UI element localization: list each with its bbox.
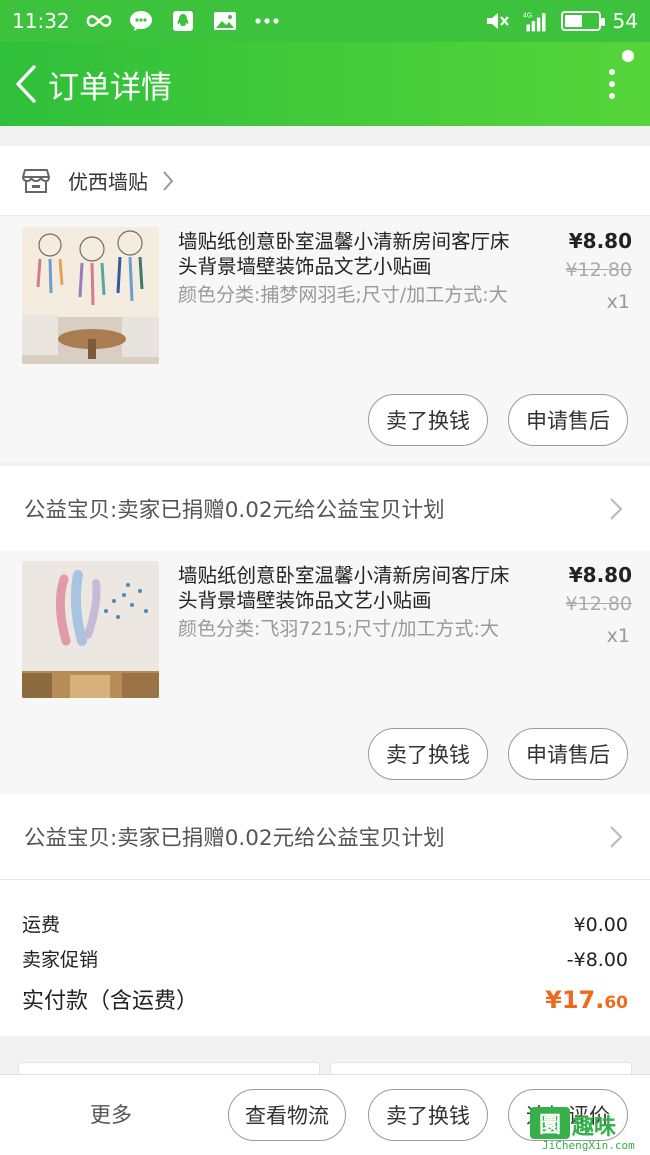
charity-notice-row[interactable]: 公益宝贝:卖家已捐赠0.02元给公益宝贝计划 — [0, 466, 650, 552]
amount-paid-label: 实付款（含运费） — [22, 989, 199, 1014]
product-spec: 颜色分类:飞羽7215;尺寸/加工方式:大 — [178, 618, 499, 640]
charity-notice-text: 公益宝贝:卖家已捐赠0.02元给公益宝贝计划 — [24, 498, 445, 523]
app-header: 订单详情 — [0, 42, 650, 126]
order-summary: 运费 ¥0.00 卖家促销 -¥8.00 实付款（含运费） ¥17.60 — [0, 880, 650, 1036]
shipping-label: 运费 — [22, 914, 61, 936]
chevron-right-icon — [608, 497, 624, 521]
more-button[interactable]: 更多 — [90, 1099, 132, 1129]
sell-for-cash-button[interactable]: 卖了换钱 — [368, 1089, 488, 1141]
status-time: 11:32 — [12, 9, 70, 33]
more-menu-icon[interactable] — [602, 50, 634, 106]
view-logistics-button[interactable]: 查看物流 — [228, 1089, 346, 1141]
shop-icon — [22, 167, 50, 195]
chevron-right-icon — [608, 825, 624, 849]
back-arrow-icon[interactable] — [4, 42, 48, 126]
wechat-icon — [128, 10, 154, 32]
shipping-value: ¥0.00 — [573, 914, 628, 936]
page-title: 订单详情 — [48, 69, 172, 106]
product-original-price: ¥12.80 — [565, 593, 632, 615]
status-bar: 11:32 4G 54 — [0, 0, 650, 42]
shop-row[interactable]: 优西墙贴 — [0, 146, 650, 216]
seller-promo-value: -¥8.00 — [566, 949, 628, 971]
seller-promo-row: 卖家促销 -¥8.00 — [22, 945, 628, 972]
product-title[interactable]: 墙贴纸创意卧室温馨小清新房间客厅床头背景墙壁装饰品文艺小贴画 — [178, 229, 518, 279]
gallery-icon — [212, 10, 238, 32]
svg-text:4G: 4G — [523, 13, 532, 20]
charity-notice-text: 公益宝贝:卖家已捐赠0.02元给公益宝贝计划 — [24, 826, 445, 851]
infinity-icon — [86, 10, 112, 32]
product-spec: 颜色分类:捕梦网羽毛;尺寸/加工方式:大 — [178, 284, 508, 306]
product-title[interactable]: 墙贴纸创意卧室温馨小清新房间客厅床头背景墙壁装饰品文艺小贴画 — [178, 563, 518, 613]
request-after-sale-button[interactable]: 申请售后 — [508, 728, 628, 780]
product-original-price: ¥12.80 — [565, 259, 632, 281]
notification-dot — [622, 50, 634, 62]
order-item[interactable]: 墙贴纸创意卧室温馨小清新房间客厅床头背景墙壁装饰品文艺小贴画 颜色分类:飞羽72… — [0, 551, 650, 794]
watermark-name: 趣味 — [572, 1115, 617, 1140]
charity-notice-row[interactable]: 公益宝贝:卖家已捐赠0.02元给公益宝贝计划 — [0, 794, 650, 880]
watermark-url: JiChengXin.com — [542, 1139, 635, 1152]
mute-icon — [485, 10, 511, 32]
order-item[interactable]: 墙贴纸创意卧室温馨小清新房间客厅床头背景墙壁装饰品文艺小贴画 颜色分类:捕梦网羽… — [0, 217, 650, 462]
amount-paid-row: 实付款（含运费） ¥17.60 — [22, 983, 628, 1015]
shop-name: 优西墙贴 — [68, 170, 148, 194]
chevron-right-icon — [160, 169, 176, 193]
request-after-sale-button[interactable]: 申请售后 — [508, 394, 628, 446]
battery-icon — [560, 11, 605, 31]
sell-for-cash-button[interactable]: 卖了换钱 — [368, 394, 488, 446]
sell-for-cash-button[interactable]: 卖了换钱 — [368, 728, 488, 780]
site-watermark: 圜 趣味 JiChengXin.com — [530, 1107, 648, 1153]
product-thumbnail-dreamcatcher[interactable] — [22, 227, 159, 364]
product-quantity: x1 — [606, 291, 630, 313]
product-thumbnail-feathers[interactable] — [22, 561, 159, 698]
seller-promo-label: 卖家促销 — [22, 949, 99, 971]
shipping-row: 运费 ¥0.00 — [22, 910, 628, 937]
product-price: ¥8.80 — [568, 229, 632, 253]
watermark-logo: 圜 — [530, 1107, 570, 1139]
amount-paid-value: ¥17.60 — [545, 986, 628, 1014]
battery-level: 54 — [612, 9, 638, 33]
product-price: ¥8.80 — [568, 563, 632, 587]
more-notifications-icon — [254, 10, 280, 32]
qq-icon — [170, 10, 196, 32]
product-quantity: x1 — [606, 625, 630, 647]
signal-icon: 4G — [523, 10, 549, 32]
